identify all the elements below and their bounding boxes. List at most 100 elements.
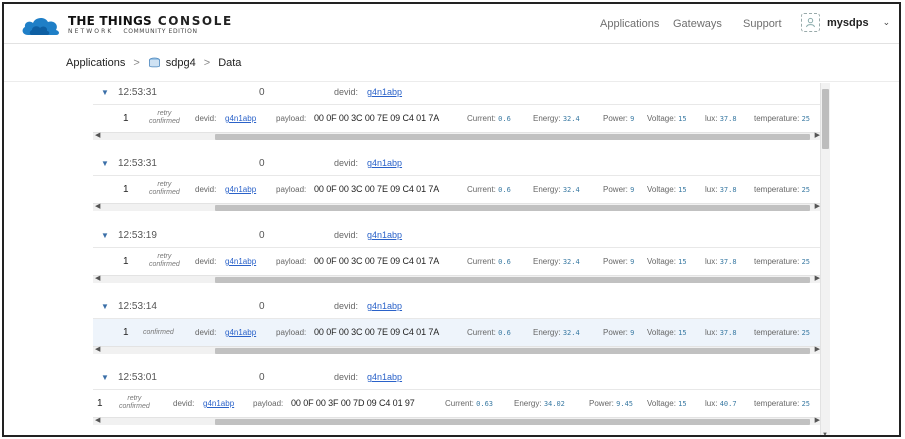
payload-hex: 00 0F 00 3C 00 7E 09 C4 01 7A	[314, 256, 440, 266]
device-link[interactable]: g4n1abp	[367, 230, 402, 240]
vertical-scrollbar[interactable]: ▼	[820, 83, 830, 435]
detail-device-link[interactable]: g4n1abp	[225, 328, 256, 337]
data-event-list[interactable]: ▼ 12:53:31 0 devid: g4n1abp 1 retry confi…	[93, 83, 822, 435]
expand-caret-icon[interactable]: ▼	[101, 88, 109, 97]
brand-edition: COMMUNITY EDITION	[123, 28, 198, 35]
device-link[interactable]: g4n1abp	[367, 87, 402, 97]
metric-power: Power: 9	[603, 185, 635, 194]
application-icon	[148, 57, 161, 69]
frame-counter: 1	[123, 113, 129, 124]
scrollbar-thumb[interactable]	[215, 277, 810, 283]
metric-energy: Energy: 32.4	[533, 114, 580, 123]
frame-counter: 1	[97, 398, 103, 409]
retry-confirmed-tag: retry confirmed	[149, 253, 180, 269]
confirmed-text: confirmed	[149, 118, 180, 125]
scroll-left-icon[interactable]: ◀	[95, 274, 100, 282]
event-time: 12:53:01	[118, 372, 157, 383]
device-link[interactable]: g4n1abp	[367, 301, 402, 311]
detail-device-link[interactable]: g4n1abp	[225, 185, 256, 194]
user-avatar-icon	[801, 13, 820, 32]
horizontal-scrollbar[interactable]: ◀ ▶	[93, 346, 822, 354]
metric-power: Power: 9	[603, 328, 635, 337]
detail-device-link[interactable]: g4n1abp	[203, 399, 234, 408]
console-window: THE THINGS CONSOLE NETWORK COMMUNITY EDITI…	[2, 2, 901, 437]
breadcrumb: Applications > sdpg4 > Data	[4, 45, 899, 82]
user-name: mysdps	[827, 16, 869, 29]
breadcrumb-app[interactable]: sdpg4	[166, 57, 196, 69]
retry-text: retry	[157, 181, 172, 188]
metric-current: Current: 0.6	[467, 114, 511, 123]
device-link[interactable]: g4n1abp	[367, 158, 402, 168]
horizontal-scrollbar[interactable]: ◀ ▶	[93, 275, 822, 283]
horizontal-scrollbar[interactable]: ◀ ▶	[93, 132, 822, 140]
scroll-left-icon[interactable]: ◀	[95, 202, 100, 210]
horizontal-scrollbar[interactable]: ◀ ▶	[93, 417, 822, 425]
metric-current: Current: 0.6	[467, 328, 511, 337]
event-detail: 1 retry confirmed devid: g4n1abp payload:…	[93, 104, 822, 132]
nav-support[interactable]: Support	[743, 18, 782, 30]
detail-devid-label: devid:	[195, 114, 217, 123]
metric-lux: lux: 37.8	[705, 257, 737, 266]
metric-lux: lux: 37.8	[705, 185, 737, 194]
breadcrumb-applications[interactable]: Applications	[66, 57, 125, 69]
metric-current: Current: 0.63	[445, 399, 493, 408]
detail-devid-label: devid:	[195, 257, 217, 266]
scroll-left-icon[interactable]: ◀	[95, 416, 100, 424]
detail-device-link[interactable]: g4n1abp	[225, 114, 256, 123]
chevron-down-icon: ⌄	[882, 17, 891, 27]
detail-device-link[interactable]: g4n1abp	[225, 257, 256, 266]
event-count: 0	[259, 301, 265, 312]
scrollbar-thumb[interactable]	[215, 348, 810, 354]
metric-energy: Energy: 32.4	[533, 185, 580, 194]
devid-label: devid:	[334, 301, 359, 311]
event-header[interactable]: ▼ 12:53:01 0 devid: g4n1abp	[93, 368, 822, 389]
metric-energy: Energy: 34.02	[514, 399, 565, 408]
payload-label: payload:	[276, 328, 307, 337]
horizontal-scrollbar[interactable]: ◀ ▶	[93, 203, 822, 211]
event-detail: 1 retry confirmed devid: g4n1abp payload:…	[93, 175, 822, 203]
scrollbar-thumb[interactable]	[215, 134, 810, 140]
payload-label: payload:	[276, 185, 307, 194]
device-link[interactable]: g4n1abp	[367, 372, 402, 382]
event-header[interactable]: ▼ 12:53:14 0 devid: g4n1abp	[93, 297, 822, 318]
scrollbar-thumb[interactable]	[215, 205, 810, 211]
user-menu[interactable]: mysdps ⌄	[801, 13, 890, 32]
confirmed-tag: confirmed	[143, 329, 174, 336]
event-detail-highlighted: 1 confirmed devid: g4n1abp payload: 00 0…	[93, 318, 822, 346]
expand-caret-icon[interactable]: ▼	[101, 302, 109, 311]
metric-voltage: Voltage: 15	[647, 185, 687, 194]
metric-energy: Energy: 32.4	[533, 328, 580, 337]
event-header[interactable]: ▼ 12:53:31 0 devid: g4n1abp	[93, 154, 822, 175]
scrollbar-thumb[interactable]	[215, 419, 810, 425]
payload-hex: 00 0F 00 3F 00 7D 09 C4 01 97	[291, 398, 415, 408]
metric-lux: lux: 37.8	[705, 328, 737, 337]
metric-voltage: Voltage: 15	[647, 114, 687, 123]
detail-devid-label: devid:	[195, 328, 217, 337]
metric-temperature: temperature: 25	[754, 399, 811, 408]
nav-gateways[interactable]: Gateways	[673, 18, 722, 30]
metric-energy: Energy: 32.4	[533, 257, 580, 266]
expand-caret-icon[interactable]: ▼	[101, 373, 109, 382]
metric-temperature: temperature: 25	[754, 257, 811, 266]
expand-caret-icon[interactable]: ▼	[101, 159, 109, 168]
scroll-down-icon[interactable]: ▼	[822, 432, 828, 435]
expand-caret-icon[interactable]: ▼	[101, 231, 109, 240]
nav-applications[interactable]: Applications	[600, 18, 659, 30]
metric-voltage: Voltage: 15	[647, 257, 687, 266]
ttn-logo[interactable]: THE THINGS CONSOLE NETWORK COMMUNITY EDITI…	[20, 10, 233, 40]
scroll-left-icon[interactable]: ◀	[95, 131, 100, 139]
vertical-scrollbar-thumb[interactable]	[822, 89, 829, 149]
event-header[interactable]: ▼ 12:53:19 0 devid: g4n1abp	[93, 226, 822, 247]
metric-current: Current: 0.6	[467, 257, 511, 266]
event-time: 12:53:31	[118, 158, 157, 169]
retry-text: retry	[157, 110, 172, 117]
confirmed-text: confirmed	[119, 403, 150, 410]
retry-text: retry	[127, 395, 142, 402]
event-time: 12:53:14	[118, 301, 157, 312]
metric-voltage: Voltage: 15	[647, 399, 687, 408]
event-header[interactable]: ▼ 12:53:31 0 devid: g4n1abp	[93, 83, 822, 104]
metric-power: Power: 9.45	[589, 399, 633, 408]
scroll-left-icon[interactable]: ◀	[95, 345, 100, 353]
payload-label: payload:	[253, 399, 284, 408]
brand-name: THE THINGS	[68, 14, 152, 28]
